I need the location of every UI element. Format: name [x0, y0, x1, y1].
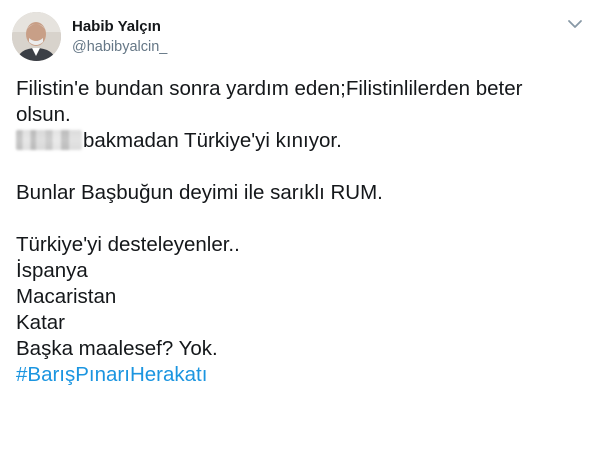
tweet-line: olsun. [16, 103, 71, 126]
tweet-line: Katar [16, 311, 65, 334]
tweet-line: Filistin'e bundan sonra yardım eden;Fili… [16, 77, 523, 100]
empty-line [16, 154, 586, 180]
tweet-line-text: bakmadan Türkiye'yi kınıyor. [83, 129, 342, 152]
tweet-line: Başka maalesef? Yok. [16, 337, 218, 360]
hashtag-text[interactable]: #BarışPınarıHerakatı [16, 363, 207, 386]
chevron-down-icon[interactable] [566, 17, 584, 31]
author-name[interactable]: Habib Yalçın [72, 17, 161, 37]
empty-line [16, 206, 586, 232]
tweet-text: Filistin'e bundan sonra yardım eden;Fili… [16, 76, 586, 388]
tweet-line: Türkiye'yi desteleyenler.. [16, 233, 240, 256]
hashtag-link[interactable]: #BarışPınarıHerakatı [16, 362, 586, 388]
tweet-line: Macaristan [16, 285, 117, 308]
tweet-line: bakmadan Türkiye'yi kınıyor. [16, 128, 586, 154]
author-handle[interactable]: @habibyalcin_ [72, 37, 167, 57]
tweet-line: Bunlar Başbuğun deyimi ile sarıklı RUM. [16, 181, 383, 204]
tweet-line: İspanya [16, 259, 88, 282]
redacted-word [16, 130, 82, 150]
avatar[interactable] [12, 12, 61, 61]
tweet-card: Habib Yalçın @habibyalcin_ Filistin'e bu… [0, 0, 595, 452]
